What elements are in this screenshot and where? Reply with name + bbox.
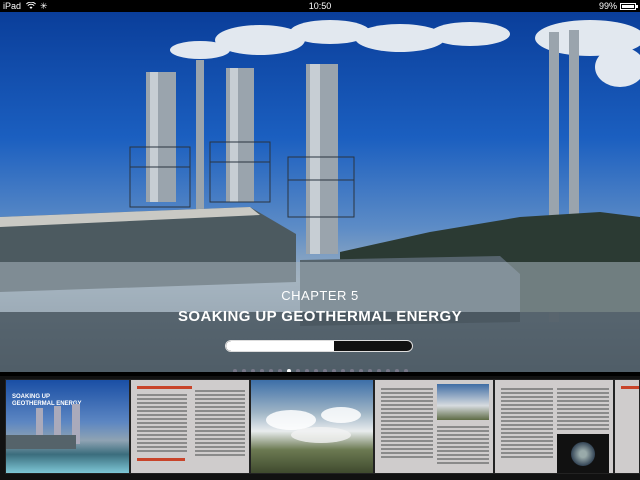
page-dot[interactable] xyxy=(376,369,381,372)
page-dot[interactable] xyxy=(340,369,345,372)
page-thumbnail-strip[interactable]: SOAKING UP GEOTHERMAL ENERGY xyxy=(0,376,640,480)
thumbnail-body-text xyxy=(557,388,609,432)
thumbnail-page-4[interactable] xyxy=(374,379,494,474)
page-dot[interactable] xyxy=(304,369,309,372)
thumbnail-body-text xyxy=(381,388,433,460)
thumbnail-heading-bar xyxy=(621,386,639,389)
page-indicator[interactable] xyxy=(0,369,640,372)
page-dot[interactable] xyxy=(322,369,327,372)
page-dot[interactable] xyxy=(277,369,282,372)
thumbnail-body-text xyxy=(195,390,245,458)
thumbnail-body-text xyxy=(137,394,187,454)
thumbnail-image xyxy=(266,407,361,443)
chapter-progress-fill xyxy=(226,341,334,351)
page-dot[interactable] xyxy=(259,369,264,372)
battery-percent: 99% xyxy=(598,1,617,11)
chapter-progress-bar xyxy=(225,340,413,352)
thumbnail-body-text xyxy=(501,388,553,460)
battery-icon xyxy=(620,2,638,10)
page-dot[interactable] xyxy=(250,369,255,372)
page-dot[interactable] xyxy=(286,369,291,372)
thumbnail-image xyxy=(6,404,80,449)
status-bar: iPad ✳ 10:50 99% xyxy=(0,0,640,12)
page-dot[interactable] xyxy=(241,369,246,372)
page-dot[interactable] xyxy=(295,369,300,372)
thumbnail-quote-bar xyxy=(137,458,185,461)
page-dot[interactable] xyxy=(268,369,273,372)
thumbnail-photo-circle xyxy=(571,442,595,466)
thumbnail-page-1[interactable]: SOAKING UP GEOTHERMAL ENERGY xyxy=(5,379,130,474)
thumbnail-page-3[interactable] xyxy=(250,379,374,474)
thumbnail-page-2[interactable] xyxy=(130,379,250,474)
page-dot[interactable] xyxy=(394,369,399,372)
status-right: 99% xyxy=(598,1,638,11)
page-dot[interactable] xyxy=(367,369,372,372)
thumbnail-body-text xyxy=(437,426,489,466)
battery-fill xyxy=(622,4,634,8)
page-dot[interactable] xyxy=(385,369,390,372)
thumbnail-heading-bar xyxy=(137,386,192,389)
chapter-hero[interactable]: CHAPTER 5 SOAKING UP GEOTHERMAL ENERGY xyxy=(0,12,640,372)
chapter-title: SOAKING UP GEOTHERMAL ENERGY xyxy=(177,308,462,325)
page-dot[interactable] xyxy=(403,369,408,372)
page-dot[interactable] xyxy=(331,369,336,372)
page-dot[interactable] xyxy=(313,369,318,372)
page-dot[interactable] xyxy=(232,369,237,372)
page-dot[interactable] xyxy=(349,369,354,372)
thumbnail-photo xyxy=(557,434,609,473)
status-time: 10:50 xyxy=(308,1,332,11)
thumbnail-page-6[interactable] xyxy=(614,379,640,474)
thumbnail-page-5[interactable] xyxy=(494,379,614,474)
page-dot[interactable] xyxy=(358,369,363,372)
chapter-label: CHAPTER 5 xyxy=(281,288,359,303)
thumbnail-photo xyxy=(437,384,489,420)
